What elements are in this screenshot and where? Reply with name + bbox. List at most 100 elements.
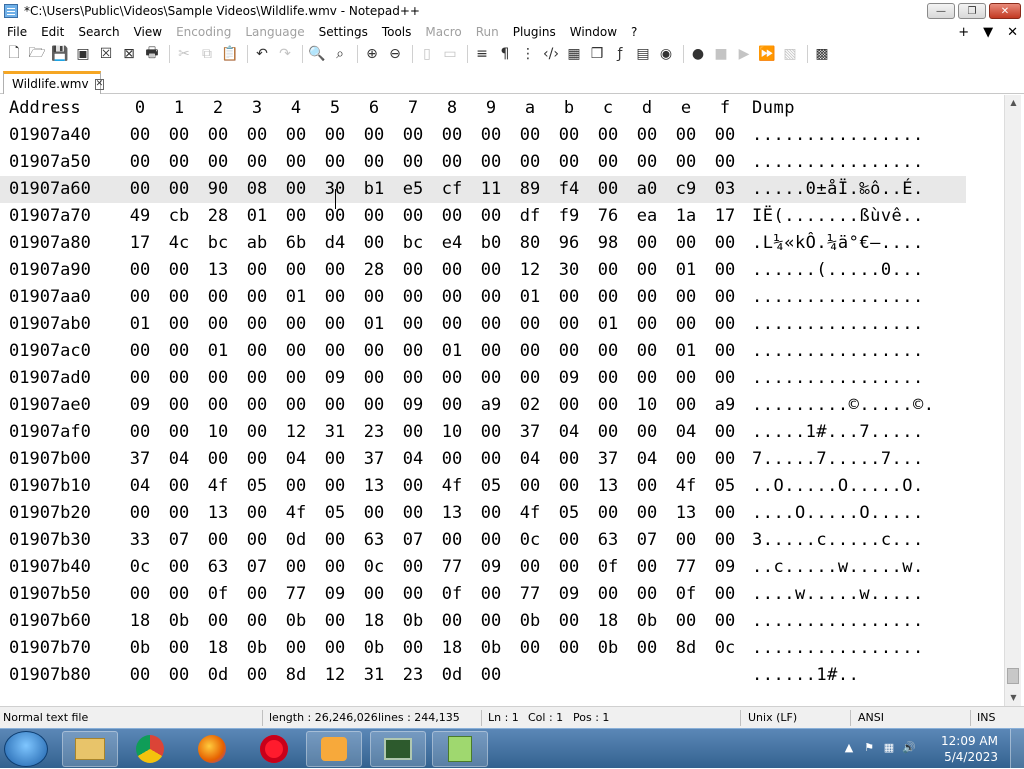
opera-icon[interactable] [246,731,302,767]
save-icon[interactable]: 💾 [50,44,70,64]
hex-row[interactable]: 01907b80 00 00 0d 00 8d 12 31 23 0d 00 ......1#.. [0,662,966,689]
menu-encoding[interactable]: Encoding [169,22,238,42]
notepad-plus-plus-icon[interactable] [432,731,488,767]
record-macro-icon[interactable]: ● [688,44,708,64]
save-all-icon[interactable]: ▣ [73,44,93,64]
menu-file[interactable]: File [0,22,34,42]
indent-guide-icon[interactable]: ⋮ [518,44,538,64]
hex-row[interactable]: 01907a50 00 00 00 00 00 00 00 00 00 00 00 00 00 00 00 00… [0,149,966,176]
menu-run[interactable]: Run [469,22,506,42]
hex-byte: 00 [714,152,736,172]
clock-time[interactable]: 12:09 AM [941,734,998,748]
hex-row[interactable]: 01907a80 17 4c bc ab 6b d4 00 bc e4 b0 80 96 98 00 00 00… [0,230,966,257]
hex-byte: 09 [324,368,346,388]
menu-macro[interactable]: Macro [418,22,468,42]
hex-row[interactable]: 01907b00 37 04 00 00 04 00 37 04 00 00 04 00 37 04 00 00… [0,446,966,473]
scroll-up-arrow-icon[interactable]: ▲ [1005,95,1022,111]
tab-wildlife-wmv[interactable]: Wildlife.wmv ✕ [3,71,105,94]
menu-plugins[interactable]: Plugins [506,22,563,42]
terminal-icon[interactable] [370,731,426,767]
close-doc-icon[interactable]: ✕ [1007,25,1018,40]
monitoring-icon[interactable]: ◉ [656,44,676,64]
hex-row[interactable]: 01907b60 18 0b 00 00 0b 00 18 0b 00 00 0b 00 18 0b 00 00… [0,608,966,635]
new-file-icon[interactable]: 🗋 [4,44,24,64]
hex-byte: 00 [363,584,385,604]
vertical-scrollbar[interactable]: ▲ ▼ [1004,95,1021,706]
zoom-out-icon[interactable]: ⊖ [385,44,405,64]
print-icon[interactable]: 🖶 [142,44,162,64]
tab-list-icon[interactable]: ▼ [983,25,993,40]
paste-icon[interactable]: 📋 [220,44,240,64]
hex-editor-view[interactable]: Address 0 1 2 3 4 5 6 7 8 9 a b c d e f Dump 01907a40 00 00 0… [0,95,1004,706]
hex-editor-icon[interactable]: ▩ [812,44,832,64]
hex-row[interactable]: 01907b50 00 00 0f 00 77 09 00 00 0f 00 77 09 00 00 0f 00… [0,581,966,608]
hex-row[interactable]: 01907a40 00 00 00 00 00 00 00 00 00 00 00 00 00 00 00 00… [0,122,966,149]
undo-icon[interactable]: ↶ [252,44,272,64]
menu-window[interactable]: Window [563,22,624,42]
hex-row[interactable]: 01907b20 00 00 13 00 4f 05 00 00 13 00 4f 05 00 00 13 00… [0,500,966,527]
show-all-chars-icon[interactable]: ¶ [495,44,515,64]
hex-row[interactable]: 01907ad0 00 00 00 00 00 09 00 00 00 00 00 09 00 00 00 00… [0,365,966,392]
stop-macro-icon[interactable]: ■ [711,44,731,64]
menu-language[interactable]: Language [238,22,311,42]
hex-row[interactable]: 01907b30 33 07 00 00 0d 00 63 07 00 00 0c 00 63 07 00 00… [0,527,966,554]
close-button[interactable]: ✕ [989,3,1021,19]
hex-row[interactable]: 01907ae0 09 00 00 00 00 00 00 09 00 a9 02 00 00 10 00 a9… [0,392,966,419]
close-all-icon[interactable]: ⊠ [119,44,139,64]
scroll-down-arrow-icon[interactable]: ▼ [1005,690,1022,706]
hex-row[interactable]: 01907af0 00 00 10 00 12 31 23 00 10 00 37 04 00 00 04 00… [0,419,966,446]
hex-row[interactable]: 01907a60 00 00 90 08 00 30 b1 e5 cf 11 89 f4 00 a0 c9 03… [0,176,966,203]
function-list-icon[interactable]: ƒ [610,44,630,64]
minimize-button[interactable]: — [927,3,955,19]
find-icon[interactable]: 🔍 [307,44,327,64]
menu-settings[interactable]: Settings [312,22,375,42]
show-desktop-button[interactable] [1010,729,1024,769]
cut-icon[interactable]: ✂ [174,44,194,64]
menu-tools[interactable]: Tools [375,22,419,42]
hex-row[interactable]: 01907ac0 00 00 01 00 00 00 00 00 01 00 00 00 00 00 01 00… [0,338,966,365]
open-file-icon[interactable]: 🗁 [27,44,47,64]
clock-date[interactable]: 5/4/2023 [944,750,998,764]
save-macro-icon[interactable]: ▧ [780,44,800,64]
show-hidden-icons-icon[interactable]: ▲ [842,741,856,755]
redo-icon[interactable]: ↷ [275,44,295,64]
menu-help[interactable]: ? [624,22,644,42]
menu-search[interactable]: Search [71,22,126,42]
run-macro-multiple-icon[interactable]: ⏩ [757,44,777,64]
word-wrap-icon[interactable]: ≡ [472,44,492,64]
status-insert-mode[interactable]: INS [977,711,995,724]
start-button[interactable] [4,731,48,767]
hex-row[interactable]: 01907aa0 00 00 00 00 01 00 00 00 00 00 01 00 00 00 00 00… [0,284,966,311]
firefox-icon[interactable] [184,731,240,767]
volume-icon[interactable]: 🔊 [902,741,916,755]
close-icon[interactable]: ☒ [96,44,116,64]
hex-row[interactable]: 01907b70 0b 00 18 0b 00 00 0b 00 18 0b 00 00 0b 00 8d 0c… [0,635,966,662]
windows-explorer-icon[interactable] [62,731,118,767]
hex-row[interactable]: 01907a90 00 00 13 00 00 00 28 00 00 00 12 30 00 00 01 00… [0,257,966,284]
xml-tag-icon[interactable]: ‹/› [541,44,561,64]
menu-edit[interactable]: Edit [34,22,71,42]
new-tab-icon[interactable]: + [958,25,969,40]
network-icon[interactable]: ▦ [882,741,896,755]
scrollbar-thumb[interactable] [1007,668,1019,684]
hex-row[interactable]: 01907ab0 01 00 00 00 00 00 01 00 00 00 00 00 01 00 00 00… [0,311,966,338]
tab-close-icon[interactable]: ✕ [94,78,105,90]
hex-row[interactable]: 01907b10 04 00 4f 05 00 00 13 00 4f 05 00 00 13 00 4f 05… [0,473,966,500]
hex-row[interactable]: 01907a70 49 cb 28 01 00 00 00 00 00 00 df f9 76 ea 1a 17… [0,203,966,230]
folder-workspace-icon[interactable]: ▤ [633,44,653,64]
sync-horizontal-icon[interactable]: ▭ [440,44,460,64]
chrome-icon[interactable] [122,731,178,767]
status-eol[interactable]: Unix (LF) [748,711,797,724]
doc-list-icon[interactable]: ❒ [587,44,607,64]
action-center-icon[interactable]: ⚑ [862,741,876,755]
sync-vertical-icon[interactable]: ▯ [417,44,437,64]
menu-view[interactable]: View [127,22,169,42]
hex-row[interactable]: 01907b40 0c 00 63 07 00 00 0c 00 77 09 00 00 0f 00 77 09… [0,554,966,581]
play-macro-icon[interactable]: ▶ [734,44,754,64]
copy-icon[interactable]: ⧉ [197,44,217,64]
zoom-in-icon[interactable]: ⊕ [362,44,382,64]
media-player-icon[interactable] [306,731,362,767]
maximize-button[interactable]: ❐ [958,3,986,19]
document-map-icon[interactable]: ▦ [564,44,584,64]
replace-icon[interactable]: ⌕ [330,44,350,64]
